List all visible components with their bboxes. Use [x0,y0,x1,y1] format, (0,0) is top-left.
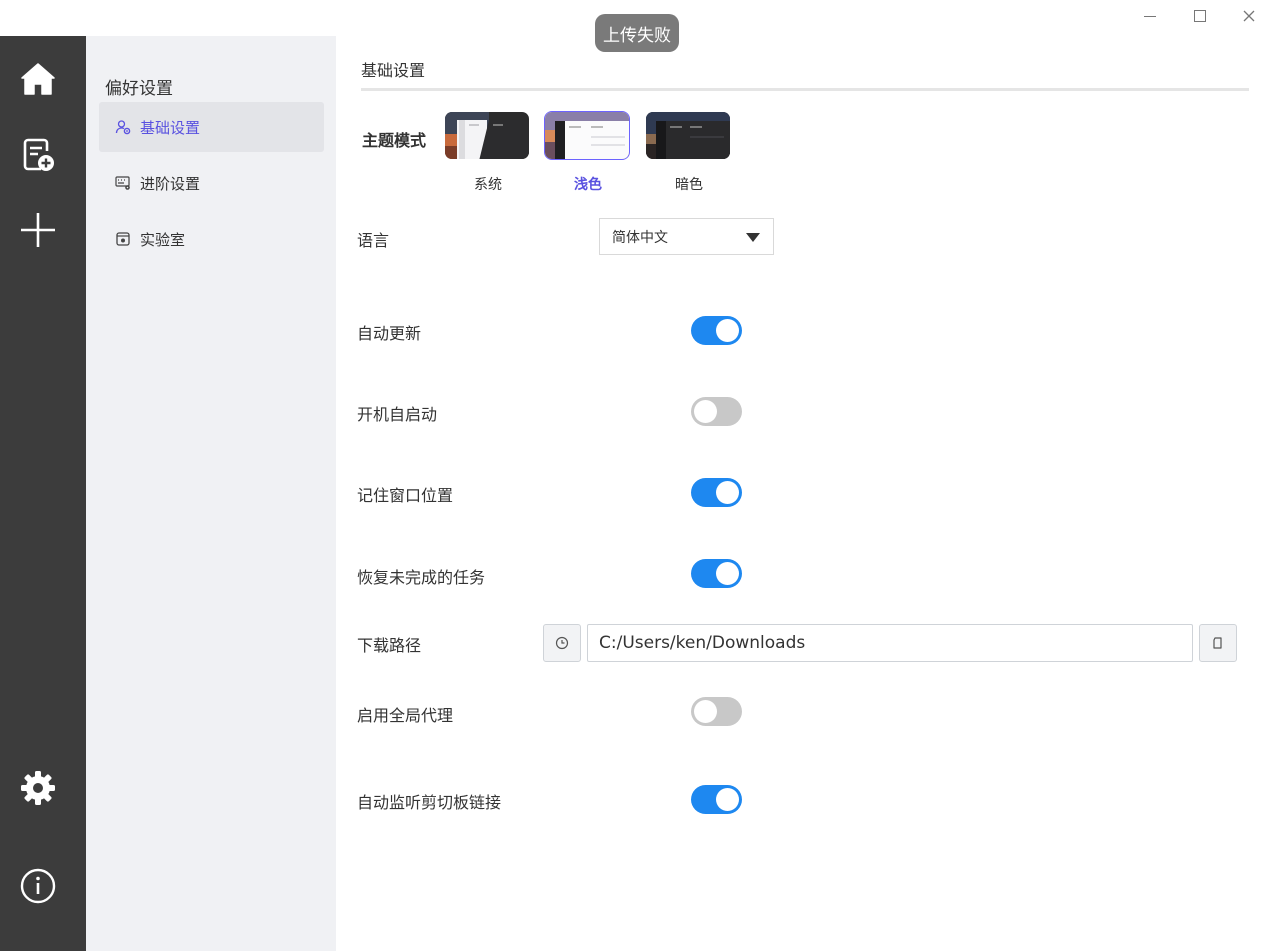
theme-option-label: 浅色 [574,177,602,193]
keyboard-gear-icon [115,175,131,191]
menu-title: 偏好设置 [105,79,173,99]
task-list-add-icon[interactable] [15,132,61,178]
auto-update-label: 自动更新 [357,324,422,343]
theme-preview-dark [645,111,731,160]
toast-message: 上传失败 [595,14,679,52]
close-icon[interactable] [1229,4,1269,28]
download-path-input[interactable] [587,624,1193,662]
launch-at-startup-toggle[interactable] [691,397,742,426]
recent-path-button[interactable] [543,624,581,662]
resume-unfinished-tasks-toggle[interactable] [691,559,742,588]
caret-down-icon [746,233,760,242]
theme-option-label: 系统 [474,177,502,193]
settings-panel: 基础设置 主题模式 系统 浅色 暗色 语言 简体中文 自动更新 开机自启动 记住… [336,36,1274,951]
theme-preview-system [444,111,530,160]
menu-item-label: 进阶设置 [140,174,201,193]
clock-icon [555,636,569,650]
theme-option-label: 暗色 [675,177,703,193]
home-icon[interactable] [15,56,61,102]
global-proxy-toggle[interactable] [691,697,742,726]
minimize-icon[interactable] [1130,4,1170,28]
menu-item-lab[interactable]: 实验室 [99,214,324,264]
file-icon [1213,637,1222,649]
clipboard-monitor-label: 自动监听剪切板链接 [357,793,502,812]
theme-mode-label: 主题模式 [362,131,427,150]
launch-at-startup-label: 开机自启动 [357,405,438,424]
theme-option-light[interactable]: 浅色 [544,111,632,194]
auto-update-toggle[interactable] [691,316,742,345]
language-value: 简体中文 [612,229,668,246]
section-divider [361,88,1249,91]
icon-rail [0,36,86,951]
theme-option-dark[interactable]: 暗色 [645,111,733,194]
maximize-icon[interactable] [1180,4,1220,28]
remember-window-position-toggle[interactable] [691,478,742,507]
menu-item-advanced-settings[interactable]: 进阶设置 [99,158,324,208]
gear-icon[interactable] [15,765,61,811]
theme-option-system[interactable]: 系统 [444,111,532,194]
remember-window-position-label: 记住窗口位置 [357,486,454,505]
menu-item-basic-settings[interactable]: 基础设置 [99,102,324,152]
theme-preview-light [544,111,630,160]
menu-item-label: 基础设置 [140,118,201,137]
preferences-menu: 偏好设置 基础设置 进阶设置 实验室 [86,36,336,951]
global-proxy-label: 启用全局代理 [357,706,454,725]
language-select[interactable]: 简体中文 [599,218,774,255]
lab-icon [115,231,131,247]
plus-icon[interactable] [15,207,61,253]
menu-item-label: 实验室 [140,230,186,249]
clipboard-monitor-toggle[interactable] [691,785,742,814]
resume-unfinished-tasks-label: 恢复未完成的任务 [357,568,486,587]
browse-folder-button[interactable] [1199,624,1237,662]
language-label: 语言 [357,231,390,250]
info-icon[interactable] [15,863,61,909]
download-path-label: 下载路径 [357,636,422,655]
user-gear-icon [115,119,131,135]
section-title: 基础设置 [361,61,426,80]
